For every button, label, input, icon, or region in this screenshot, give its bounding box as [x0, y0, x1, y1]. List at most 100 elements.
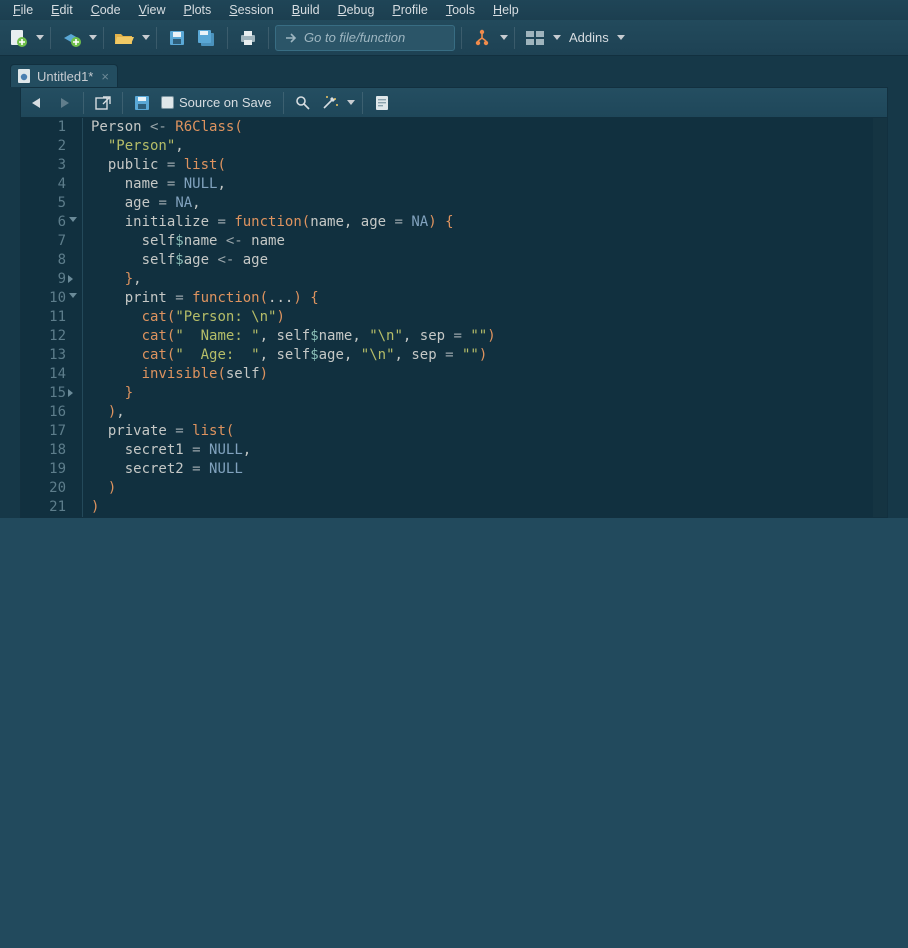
- gutter: 123456789101112131415161718192021: [21, 118, 83, 517]
- code-line[interactable]: invisible(self): [91, 365, 887, 384]
- code-line[interactable]: public = list(: [91, 156, 887, 175]
- code-tools-button[interactable]: [318, 91, 342, 115]
- menu-profile[interactable]: Profile: [383, 2, 436, 18]
- gutter-line: 10: [21, 289, 76, 308]
- nav-back-button[interactable]: [25, 91, 49, 115]
- close-tab-icon[interactable]: ×: [101, 69, 109, 84]
- dropdown-arrow-icon[interactable]: [500, 35, 508, 40]
- gutter-line: 18: [21, 441, 76, 460]
- menu-tools[interactable]: Tools: [437, 2, 484, 18]
- menu-build[interactable]: Build: [283, 2, 329, 18]
- source-on-save-toggle[interactable]: Source on Save: [157, 95, 276, 110]
- gutter-line: 3: [21, 156, 76, 175]
- save-source-button[interactable]: [130, 91, 154, 115]
- code-line[interactable]: age = NA,: [91, 194, 887, 213]
- addins-label: Addins: [569, 30, 609, 45]
- gutter-line: 7: [21, 232, 76, 251]
- new-file-button[interactable]: [4, 24, 32, 52]
- gutter-line: 12: [21, 327, 76, 346]
- tab-strip: Untitled1* × Source on Save: [0, 56, 908, 518]
- compile-report-button[interactable]: [370, 91, 394, 115]
- code-line[interactable]: "Person",: [91, 137, 887, 156]
- tab-title: Untitled1*: [37, 69, 93, 84]
- addins-menu[interactable]: Addins: [563, 30, 631, 45]
- code-area[interactable]: Person <- R6Class( "Person", public = li…: [83, 118, 887, 517]
- gutter-line: 19: [21, 460, 76, 479]
- code-line[interactable]: print = function(...) {: [91, 289, 887, 308]
- save-button[interactable]: [163, 24, 191, 52]
- fold-close-icon[interactable]: [68, 389, 77, 397]
- fold-open-icon[interactable]: [69, 293, 77, 298]
- dropdown-arrow-icon[interactable]: [553, 35, 561, 40]
- find-replace-button[interactable]: [291, 91, 315, 115]
- print-button[interactable]: [234, 24, 262, 52]
- menu-view[interactable]: View: [130, 2, 175, 18]
- menu-help[interactable]: Help: [484, 2, 528, 18]
- code-line[interactable]: },: [91, 270, 887, 289]
- source-on-save-label: Source on Save: [179, 95, 272, 110]
- gutter-line: 9: [21, 270, 76, 289]
- dropdown-arrow-icon[interactable]: [36, 35, 44, 40]
- code-line[interactable]: secret2 = NULL: [91, 460, 887, 479]
- menu-bar: FileEditCodeViewPlotsSessionBuildDebugPr…: [0, 0, 908, 20]
- menu-code[interactable]: Code: [82, 2, 130, 18]
- panes-button[interactable]: [521, 24, 549, 52]
- gutter-line: 8: [21, 251, 76, 270]
- code-line[interactable]: private = list(: [91, 422, 887, 441]
- checkbox-icon: [161, 96, 174, 109]
- code-line[interactable]: name = NULL,: [91, 175, 887, 194]
- editor-toolbar: Source on Save: [21, 88, 887, 118]
- goto-placeholder: Go to file/function: [304, 30, 405, 45]
- main-toolbar: Go to file/function Addins: [0, 20, 908, 56]
- code-line[interactable]: ): [91, 479, 887, 498]
- gutter-line: 20: [21, 479, 76, 498]
- gutter-line: 14: [21, 365, 76, 384]
- code-line[interactable]: self$name <- name: [91, 232, 887, 251]
- code-line[interactable]: cat("Person: \n"): [91, 308, 887, 327]
- tab-untitled1[interactable]: Untitled1* ×: [10, 64, 118, 87]
- gutter-line: 17: [21, 422, 76, 441]
- gutter-line: 15: [21, 384, 76, 403]
- gutter-line: 2: [21, 137, 76, 156]
- dropdown-arrow-icon: [617, 35, 625, 40]
- dropdown-arrow-icon[interactable]: [347, 100, 355, 105]
- fold-close-icon[interactable]: [68, 275, 77, 283]
- source-panel: Source on Save 1234567891011121314151617…: [20, 87, 888, 518]
- code-line[interactable]: }: [91, 384, 887, 403]
- code-editor[interactable]: 123456789101112131415161718192021 Person…: [21, 118, 887, 517]
- code-line[interactable]: cat(" Name: ", self$name, "\n", sep = ""…: [91, 327, 887, 346]
- version-control-button[interactable]: [468, 24, 496, 52]
- gutter-line: 6: [21, 213, 76, 232]
- menu-edit[interactable]: Edit: [42, 2, 82, 18]
- vertical-scrollbar[interactable]: [873, 118, 887, 517]
- fold-open-icon[interactable]: [69, 217, 77, 222]
- dropdown-arrow-icon[interactable]: [89, 35, 97, 40]
- gutter-line: 5: [21, 194, 76, 213]
- open-file-button[interactable]: [110, 24, 138, 52]
- menu-debug[interactable]: Debug: [329, 2, 384, 18]
- gutter-line: 11: [21, 308, 76, 327]
- menu-session[interactable]: Session: [220, 2, 282, 18]
- gutter-line: 21: [21, 498, 76, 517]
- goto-arrow-icon: [284, 31, 298, 45]
- gutter-line: 16: [21, 403, 76, 422]
- code-line[interactable]: secret1 = NULL,: [91, 441, 887, 460]
- gutter-line: 1: [21, 118, 76, 137]
- code-line[interactable]: self$age <- age: [91, 251, 887, 270]
- popout-button[interactable]: [91, 91, 115, 115]
- dropdown-arrow-icon[interactable]: [142, 35, 150, 40]
- goto-file-function-input[interactable]: Go to file/function: [275, 25, 455, 51]
- code-line[interactable]: initialize = function(name, age = NA) {: [91, 213, 887, 232]
- nav-forward-button[interactable]: [52, 91, 76, 115]
- r-file-icon: [17, 68, 31, 84]
- gutter-line: 4: [21, 175, 76, 194]
- save-all-button[interactable]: [193, 24, 221, 52]
- code-line[interactable]: cat(" Age: ", self$age, "\n", sep = ""): [91, 346, 887, 365]
- new-project-button[interactable]: [57, 24, 85, 52]
- code-line[interactable]: ): [91, 498, 887, 517]
- code-line[interactable]: ),: [91, 403, 887, 422]
- menu-plots[interactable]: Plots: [174, 2, 220, 18]
- code-line[interactable]: Person <- R6Class(: [91, 118, 887, 137]
- menu-file[interactable]: File: [4, 2, 42, 18]
- gutter-line: 13: [21, 346, 76, 365]
